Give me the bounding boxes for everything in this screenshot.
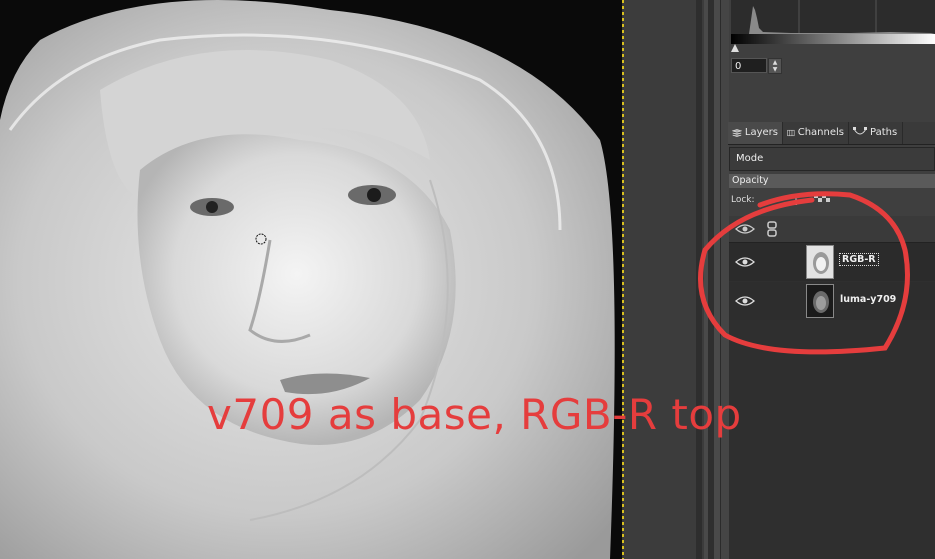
layer-list-header (729, 216, 935, 243)
annotation-caption: v709 as base, RGB-R top (207, 390, 742, 439)
tab-channels[interactable]: Channels (783, 122, 849, 144)
level-spin-button[interactable]: ▲ ▼ (768, 58, 782, 74)
histogram-gradient (731, 34, 935, 44)
canvas-gutter (624, 0, 704, 559)
histogram (731, 0, 935, 44)
layer-thumbnail (806, 284, 834, 318)
layer-name[interactable]: RGB-R (839, 253, 879, 266)
tab-channels-label: Channels (797, 127, 844, 138)
level-input[interactable]: 0 (731, 58, 767, 73)
layer-name[interactable]: luma-y709 (840, 294, 896, 305)
lock-position-icon[interactable] (791, 195, 801, 205)
lock-label: Lock: (731, 195, 755, 205)
tab-paths-label: Paths (870, 127, 898, 138)
portrait-image (0, 0, 623, 559)
layer-thumbnail (806, 245, 834, 279)
range-handle-icon[interactable] (731, 44, 739, 52)
vertical-scrollbar[interactable] (696, 0, 702, 559)
tab-layers-label: Layers (744, 127, 778, 138)
layer-row-rgb-r[interactable]: RGB-R (729, 243, 935, 281)
eye-icon[interactable] (735, 256, 755, 268)
blend-mode-select[interactable]: Mode (729, 147, 935, 171)
paths-icon (853, 127, 867, 135)
chain-header-icon[interactable] (766, 221, 778, 237)
tab-layers[interactable]: Layers (728, 122, 783, 144)
eye-icon[interactable] (735, 295, 755, 307)
layers-icon (732, 129, 742, 137)
layer-list: RGB-R luma-y709 (729, 216, 935, 559)
lock-row: Lock: (729, 193, 935, 207)
dock-tabs: Layers Channels Paths (728, 122, 935, 145)
visibility-header-icon[interactable] (735, 223, 755, 235)
histogram-graph (739, 0, 935, 34)
tab-paths[interactable]: Paths (849, 122, 903, 144)
dock-separator[interactable] (704, 0, 720, 559)
layer-row-luma-y709[interactable]: luma-y709 (729, 282, 935, 320)
image-canvas[interactable] (0, 0, 623, 559)
opacity-slider[interactable]: Opacity (729, 174, 935, 188)
channels-icon (787, 129, 795, 137)
lock-alpha-icon[interactable] (814, 194, 830, 204)
